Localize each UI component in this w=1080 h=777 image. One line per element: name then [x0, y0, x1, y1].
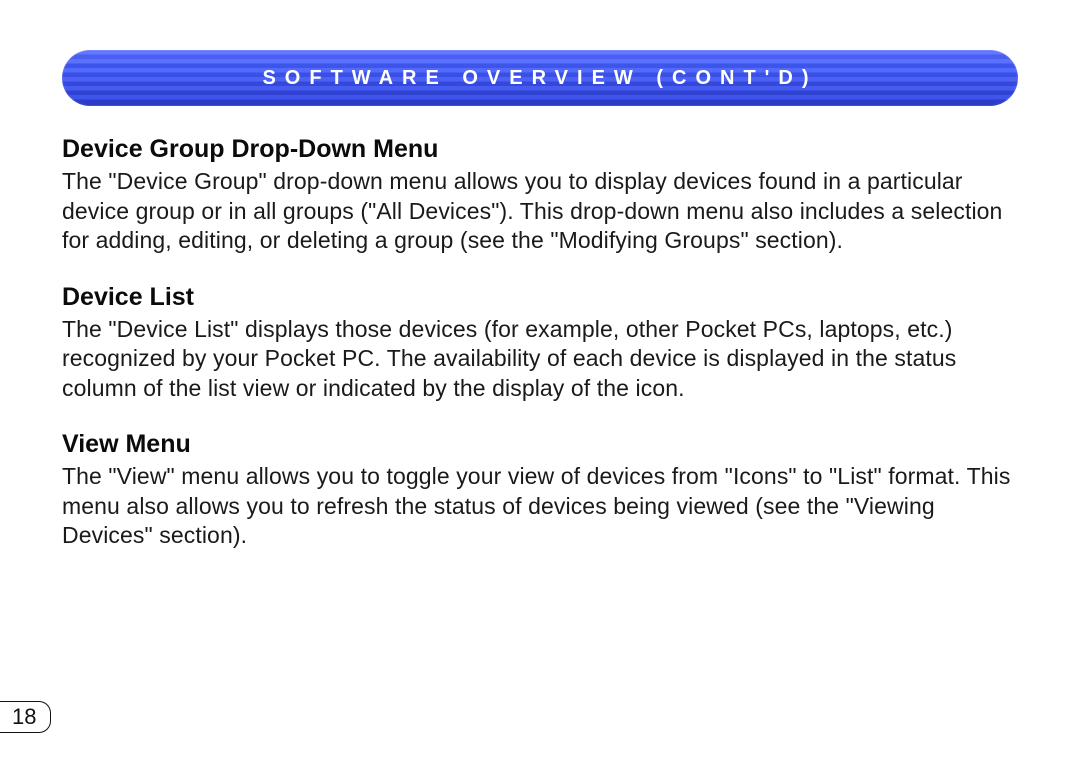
- section-header-bar: SOFTWARE OVERVIEW (CONT'D): [62, 50, 1018, 106]
- heading-device-list: Device List: [62, 282, 1018, 313]
- section-view-menu: View Menu The "View" menu allows you to …: [62, 429, 1018, 551]
- section-header-title: SOFTWARE OVERVIEW (CONT'D): [262, 67, 817, 90]
- page-number-container: 18: [0, 697, 51, 737]
- body-device-group: The "Device Group" drop-down menu allows…: [62, 167, 1018, 255]
- manual-page: SOFTWARE OVERVIEW (CONT'D) Device Group …: [0, 0, 1080, 777]
- page-content: Device Group Drop-Down Menu The "Device …: [62, 106, 1018, 551]
- section-device-group: Device Group Drop-Down Menu The "Device …: [62, 134, 1018, 256]
- heading-view-menu: View Menu: [62, 429, 1018, 460]
- heading-device-group: Device Group Drop-Down Menu: [62, 134, 1018, 165]
- section-device-list: Device List The "Device List" displays t…: [62, 282, 1018, 404]
- body-device-list: The "Device List" displays those devices…: [62, 315, 1018, 403]
- body-view-menu: The "View" menu allows you to toggle you…: [62, 462, 1018, 550]
- page-number: 18: [0, 701, 51, 733]
